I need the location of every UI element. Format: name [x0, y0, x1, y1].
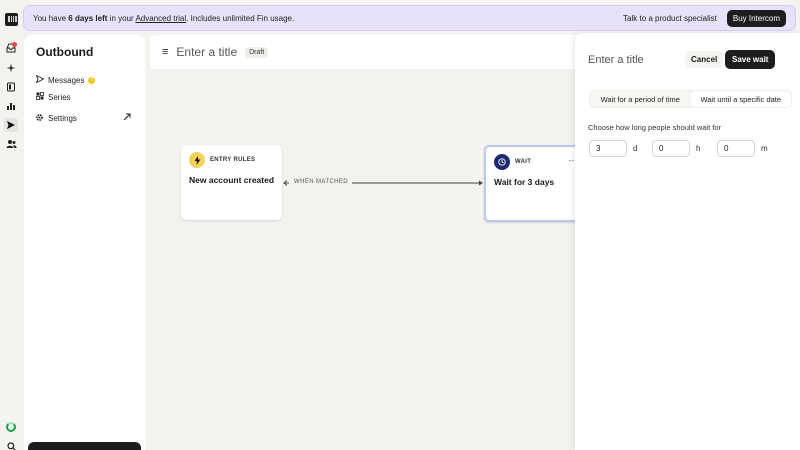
days-group: 3 d	[589, 140, 637, 157]
talk-to-specialist-link[interactable]: Talk to a product specialist	[623, 14, 717, 23]
tab-wait-period[interactable]: Wait for a period of time	[590, 91, 691, 107]
gear-icon	[35, 113, 44, 124]
search-icon[interactable]	[4, 439, 18, 450]
sidebar-item-label: Settings	[48, 114, 77, 123]
node-title: New account created	[189, 175, 275, 185]
warning-badge: !	[88, 76, 96, 84]
trial-banner: You have 6 days left in your Advanced tr…	[23, 5, 796, 31]
sidebar-item-series[interactable]: Series	[35, 92, 71, 102]
sidebar-title: Outbound	[36, 45, 94, 59]
icon-rail	[0, 0, 23, 450]
entry-rules-node[interactable]: ENTRY RULES New account created	[181, 145, 282, 220]
days-left: 6 days left	[68, 13, 108, 23]
sidebar-item-messages[interactable]: Messages !	[35, 74, 96, 85]
advanced-trial-link[interactable]: Advanced trial	[135, 14, 186, 23]
send-icon	[35, 74, 45, 85]
hours-group: 0 h	[652, 140, 700, 157]
menu-icon[interactable]: ≡	[162, 46, 168, 58]
contacts-icon[interactable]	[4, 137, 18, 151]
buy-intercom-button[interactable]: Buy Intercom	[726, 9, 786, 27]
panel-title-input[interactable]: Enter a title	[588, 54, 644, 66]
external-link-icon[interactable]	[123, 113, 131, 123]
sidebar-item-label: Messages	[48, 75, 85, 85]
clock-icon	[494, 154, 510, 170]
cancel-button[interactable]: Cancel	[685, 51, 724, 68]
reports-icon[interactable]	[4, 99, 18, 113]
node-type-label: ENTRY RULES	[210, 157, 256, 163]
wait-mode-toggle: Wait for a period of time Wait until a s…	[589, 90, 792, 108]
minutes-input[interactable]: 0	[717, 140, 755, 157]
duration-prompt: Choose how long people should wait for	[588, 123, 722, 132]
minutes-group: 0 m	[717, 140, 768, 157]
sidebar-item-settings[interactable]: Settings	[35, 113, 77, 124]
workflow-canvas[interactable]	[150, 69, 590, 450]
bolt-icon	[189, 152, 205, 168]
title-input[interactable]: Enter a title	[176, 45, 237, 59]
connector-label: WHEN MATCHED	[292, 179, 351, 185]
save-wait-button[interactable]: Save wait	[725, 50, 776, 69]
sidebar-item-label: Series	[48, 92, 71, 102]
knowledge-icon[interactable]	[4, 80, 18, 94]
days-unit-label: d	[633, 144, 638, 153]
outbound-icon[interactable]	[4, 118, 18, 132]
status-indicator-icon[interactable]	[6, 422, 16, 432]
days-input[interactable]: 3	[589, 140, 627, 157]
editor-header: ≡ Enter a title Draft	[150, 35, 590, 69]
node-title: Wait for 3 days	[494, 177, 555, 187]
node-type-label: WAIT	[515, 159, 532, 165]
trial-banner-text: You have 6 days left in your Advanced tr…	[33, 13, 295, 23]
outbound-sidebar: Outbound Messages ! Series Settings	[24, 35, 145, 450]
notification-dot	[12, 42, 17, 47]
hours-input[interactable]: 0	[652, 140, 690, 157]
tab-wait-until-date[interactable]: Wait until a specific date	[690, 91, 791, 107]
sidebar-bottom-bar[interactable]	[28, 442, 141, 450]
hours-unit-label: h	[696, 144, 701, 153]
status-badge: Draft	[245, 46, 269, 58]
logo-icon[interactable]	[5, 13, 18, 26]
minutes-unit-label: m	[761, 144, 768, 153]
series-icon	[35, 92, 44, 102]
wait-settings-panel: Enter a title Cancel Save wait Wait for …	[575, 33, 800, 450]
ai-icon[interactable]	[4, 61, 18, 75]
